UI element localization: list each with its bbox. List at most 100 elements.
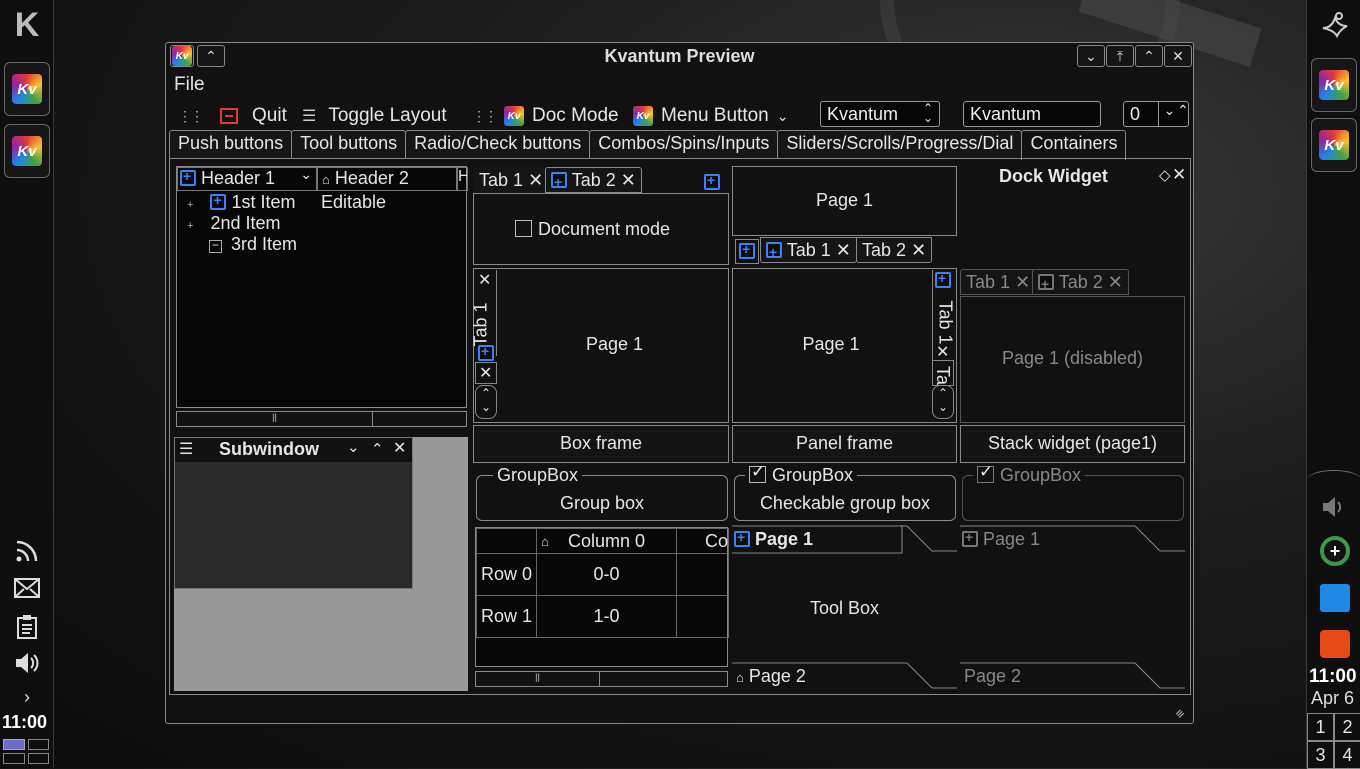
table-view[interactable]: ⌂ Column 0 Co Row 0 0-0 Row 1 1-0 [475, 527, 729, 667]
table-cell-1-1[interactable] [676, 595, 729, 638]
tree-item-1[interactable]: + 1st Item [187, 192, 296, 213]
close-icon[interactable]: ✕ [528, 170, 543, 190]
checkbox-icon[interactable] [749, 462, 766, 483]
chevron-down-icon[interactable]: ⌄ [347, 438, 360, 456]
clipboard-icon[interactable] [12, 614, 42, 640]
chevron-up-icon[interactable]: ⌃ [371, 440, 384, 458]
clock-right[interactable]: 11:00 [1309, 666, 1357, 688]
spin-box[interactable]: 0 ⌄ ⌃ [1123, 101, 1189, 127]
toolbar-toggle-layout[interactable]: ☰ Toggle Layout [302, 104, 447, 128]
mail-icon[interactable] [12, 576, 42, 602]
tab-push-buttons[interactable]: Push buttons [169, 130, 293, 158]
clock-left[interactable]: 11:00 [2, 712, 47, 733]
close-icon[interactable]: ✕ [836, 240, 851, 260]
spin-up-icon[interactable]: ⌃ [1176, 102, 1190, 126]
scrollbar-handle[interactable]: ⦚⦚ [476, 672, 600, 686]
close-button[interactable]: ✕ [1164, 45, 1192, 67]
chevron-right-icon[interactable]: › [12, 684, 42, 710]
pager-desk-3[interactable]: 3 [1307, 741, 1334, 769]
mdi-area[interactable]: ☰ Subwindow ⌄ ⌃ ✕ [174, 437, 468, 691]
corner-widget-icon[interactable] [735, 239, 759, 264]
minimize-button[interactable]: ⌄ [1077, 45, 1105, 67]
task-kvantum-2[interactable]: Kv [4, 124, 50, 178]
title-bar[interactable]: Kv ⌃ Kvantum Preview ⌄ ⤒ ⌃ ✕ [166, 43, 1193, 69]
table-row-header-0[interactable]: Row 0 [476, 553, 537, 596]
tab-containers[interactable]: Containers [1021, 130, 1127, 160]
table-header-col0[interactable]: ⌂ Column 0 [536, 528, 677, 554]
subwindow-titlebar[interactable]: ☰ Subwindow ⌄ ⌃ ✕ [175, 438, 412, 462]
tab-1-vertical[interactable]: Tab 1 ✕ [932, 270, 956, 362]
maximize-button[interactable]: ⌃ [1135, 45, 1163, 67]
volume-icon[interactable] [12, 650, 42, 676]
kde-launcher-icon[interactable]: K [8, 6, 46, 46]
tree-item-1-col2[interactable]: Editable [321, 192, 386, 213]
pager-desk-4[interactable] [27, 753, 49, 764]
close-icon[interactable]: ✕ [478, 270, 491, 290]
table-corner[interactable] [476, 528, 537, 554]
tree-view[interactable]: Header 1 ⌄ ⌂ Header 2 H + 1st Item Edita… [176, 166, 468, 408]
close-icon[interactable]: ✕ [621, 170, 636, 190]
float-icon[interactable]: ◇ [1159, 166, 1171, 184]
toolbar-doc-mode[interactable]: ⋮⋮ Kv Doc Mode [472, 104, 619, 128]
pager-desk-1[interactable]: 1 [1307, 713, 1334, 741]
resize-grip-icon[interactable]: ≡ [1172, 706, 1188, 722]
pager-desk-1[interactable] [3, 739, 25, 750]
tree-item-2[interactable]: + 2nd Item [187, 213, 281, 234]
toolbox-page2-tab[interactable]: ⌂ Page 2 [736, 666, 806, 687]
tab-radio-check-buttons[interactable]: Radio/Check buttons [405, 130, 591, 158]
dove-icon[interactable] [1319, 8, 1351, 40]
volume-icon[interactable] [1319, 494, 1349, 520]
updates-icon[interactable]: + [1320, 536, 1350, 566]
close-icon[interactable]: ✕ [936, 342, 949, 362]
tab-1[interactable]: Tab 1 ✕ [760, 237, 857, 264]
tab-1[interactable]: Tab 1 ✕ [473, 167, 550, 193]
menu-file[interactable]: File [174, 74, 205, 96]
line-edit[interactable]: Kvantum [963, 101, 1101, 127]
dock-widget-title[interactable]: Dock Widget [999, 166, 1108, 187]
mail-notify-icon[interactable] [1320, 584, 1350, 612]
close-icon[interactable]: ✕ [1172, 165, 1186, 185]
table-header-col1[interactable]: Co [676, 528, 729, 554]
tree-header-1[interactable]: Header 1 ⌄ [177, 166, 317, 191]
close-icon[interactable]: ✕ [479, 363, 492, 383]
corner-widget-icon[interactable] [704, 172, 720, 193]
tab-sliders-scrolls[interactable]: Sliders/Scrolls/Progress/Dial [777, 130, 1023, 158]
tab-combos-spins-inputs[interactable]: Combos/Spins/Inputs [589, 130, 779, 158]
pager-right[interactable]: 1 2 3 4 [1307, 713, 1360, 769]
pager-desk-2[interactable]: 2 [1334, 713, 1360, 741]
pager-left[interactable] [3, 739, 49, 764]
toolbar-menu-button[interactable]: Kv Menu Button ⌄ [633, 104, 788, 128]
task-kvantum-1[interactable]: Kv [4, 62, 50, 116]
pager-desk-2[interactable] [27, 739, 49, 750]
table-horizontal-scrollbar[interactable]: ⦚⦚ [475, 671, 728, 687]
menu-icon[interactable]: ☰ [179, 439, 193, 459]
pager-desk-4[interactable]: 4 [1334, 741, 1360, 769]
groupbox-checkable-title[interactable]: GroupBox [745, 462, 858, 486]
tree-header-3[interactable]: H [457, 167, 468, 191]
table-row-header-1[interactable]: Row 1 [476, 595, 537, 638]
rss-feed-icon[interactable] [1320, 630, 1350, 658]
document-mode-checkbox[interactable]: Document mode [515, 219, 670, 240]
tab-2[interactable]: Tab 2 ✕ [856, 237, 933, 263]
tree-horizontal-scrollbar[interactable]: ⦚⦚ [176, 411, 467, 427]
task-kvantum-4[interactable]: Kv [1311, 118, 1357, 172]
tab-scroll-buttons[interactable]: ⌃ ⌄ [932, 385, 954, 419]
keep-above-button[interactable]: ⤒ [1106, 45, 1134, 67]
table-cell-0-0[interactable]: 0-0 [536, 553, 677, 596]
rss-icon[interactable] [12, 538, 42, 564]
scrollbar-handle[interactable]: ⦚⦚ [177, 412, 373, 426]
subwindow[interactable]: ☰ Subwindow ⌄ ⌃ ✕ [174, 437, 413, 589]
close-icon[interactable]: ✕ [911, 240, 926, 260]
table-cell-0-1[interactable] [676, 553, 729, 596]
tab-2[interactable]: Tab 2 ✕ [545, 167, 642, 194]
table-cell-1-0[interactable]: 1-0 [536, 595, 677, 638]
tree-item-3[interactable]: − 3rd Item [209, 234, 297, 255]
tree-header-2[interactable]: ⌂ Header 2 [317, 167, 457, 191]
combo-box[interactable]: Kvantum ⌃ ⌄ [820, 101, 940, 127]
toolbar-quit[interactable]: ⋮⋮ Quit [178, 104, 287, 128]
tab-2-vertical[interactable]: ✕ [475, 362, 497, 384]
tab-2-vertical[interactable]: Ta [932, 360, 954, 386]
pager-desk-3[interactable] [3, 753, 25, 764]
close-icon[interactable]: ✕ [393, 438, 406, 458]
tab-scroll-buttons[interactable]: ⌃ ⌄ [475, 385, 497, 419]
